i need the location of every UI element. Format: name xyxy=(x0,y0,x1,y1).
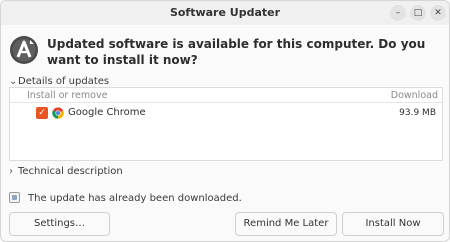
update-row-google-chrome[interactable]: ✓ Google Chrome 93.9 MB xyxy=(10,105,442,123)
window-title: Software Updater xyxy=(169,6,281,19)
details-of-updates-expander[interactable]: ⌄Details of updates xyxy=(9,76,109,87)
minimize-button[interactable]: – xyxy=(390,5,406,21)
software-updater-window: Software Updater – □ ✕ Updated software … xyxy=(0,0,450,242)
google-chrome-icon xyxy=(52,107,64,119)
technical-expander-label: Technical description xyxy=(18,166,123,177)
updates-list: Install or remove Download ✓ Google Chro… xyxy=(9,87,443,161)
update-available-message: Updated software is available for this c… xyxy=(47,37,426,67)
status-indicator-icon xyxy=(9,192,20,203)
install-now-button[interactable]: Install Now xyxy=(342,212,444,236)
technical-description-expander[interactable]: › Technical description xyxy=(9,166,123,177)
chevron-right-icon: › xyxy=(9,166,13,177)
details-expander-label: Details of updates xyxy=(18,76,110,87)
update-size: 93.9 MB xyxy=(399,108,436,118)
remind-me-later-button[interactable]: Remind Me Later xyxy=(235,212,337,236)
software-updater-icon xyxy=(10,36,38,64)
download-status: The update has already been downloaded. xyxy=(9,192,242,204)
close-button[interactable]: ✕ xyxy=(430,5,446,21)
update-checkbox[interactable]: ✓ xyxy=(36,107,48,119)
update-name: Google Chrome xyxy=(68,107,146,118)
maximize-button[interactable]: □ xyxy=(410,5,426,21)
title-bar: Software Updater – □ ✕ xyxy=(1,1,449,25)
install-or-remove-column-header[interactable]: Install or remove xyxy=(27,90,107,101)
status-text: The update has already been downloaded. xyxy=(28,193,242,204)
settings-button[interactable]: Settings… xyxy=(9,212,110,236)
list-header: Install or remove Download xyxy=(10,88,442,103)
download-column-header[interactable]: Download xyxy=(391,90,438,101)
chevron-down-icon: ⌄ xyxy=(9,76,18,87)
